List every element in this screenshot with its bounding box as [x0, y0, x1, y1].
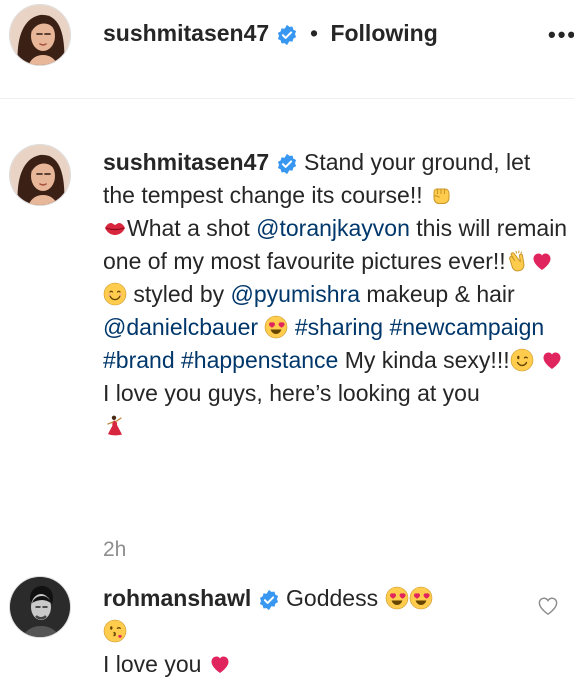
heart-eyes-emoji-icon: [409, 586, 433, 610]
commenter-avatar[interactable]: [9, 576, 71, 638]
following-button[interactable]: Following: [330, 20, 437, 46]
hashtag-link[interactable]: #brand: [103, 347, 175, 373]
caption-text-part: makeup & hair: [366, 281, 515, 307]
lips-emoji-icon: [103, 216, 127, 240]
author-avatar[interactable]: [9, 4, 71, 66]
avatar-photo: [10, 577, 70, 637]
caption-text-part: What a shot: [127, 215, 250, 241]
heart-eyes-emoji-icon: [264, 315, 288, 339]
kiss-emoji-icon: [103, 619, 127, 643]
mention-link[interactable]: @toranjkayvon: [256, 215, 410, 241]
hashtag-link[interactable]: #sharing: [295, 314, 383, 340]
comment-text: rohmanshawl Goddess I love you: [103, 582, 523, 681]
hashtag-link[interactable]: #happenstance: [181, 347, 338, 373]
avatar-photo: [10, 145, 70, 205]
post-timestamp[interactable]: 2h: [103, 538, 126, 562]
commenter-username[interactable]: rohmanshawl: [103, 585, 251, 611]
author-username[interactable]: sushmitasen47: [103, 20, 269, 46]
caption-text-part: I love you guys, here’s looking at you: [103, 380, 480, 406]
verified-badge-icon: [276, 153, 298, 175]
verified-badge-icon: [276, 24, 298, 46]
caption-text-part: My kinda sexy!!!: [344, 347, 510, 373]
caption-text-part: styled by: [133, 281, 225, 307]
caption-username[interactable]: sushmitasen47: [103, 149, 269, 175]
heart-emoji-icon: [208, 652, 232, 676]
header-name-line: sushmitasen47 • Following: [103, 20, 438, 47]
header-divider: [0, 98, 574, 99]
smile-emoji-icon: [103, 282, 127, 306]
fist-emoji-icon: [429, 183, 453, 207]
separator-dot: •: [309, 20, 319, 46]
clap-emoji-icon: [506, 249, 530, 273]
mention-link[interactable]: @pyumishra: [231, 281, 360, 307]
comment-text-part: Goddess: [286, 585, 379, 611]
dancer-emoji-icon: [103, 414, 127, 438]
post-header: sushmitasen47 • Following •••: [0, 0, 574, 70]
heart-emoji-icon: [530, 249, 554, 273]
more-options-icon[interactable]: •••: [548, 22, 574, 48]
verified-badge-icon: [258, 589, 280, 611]
comment-text-part: I love you: [103, 651, 202, 677]
caption-avatar[interactable]: [9, 144, 71, 206]
avatar-photo: [10, 5, 70, 65]
mention-link[interactable]: @danielcbauer: [103, 314, 258, 340]
heart-emoji-icon: [540, 348, 564, 372]
heart-eyes-emoji-icon: [385, 586, 409, 610]
caption-text: sushmitasen47 Stand your ground, let the…: [103, 146, 568, 443]
hashtag-link[interactable]: #newcampaign: [389, 314, 544, 340]
heart-outline-icon[interactable]: [537, 596, 559, 616]
wink-emoji-icon: [510, 348, 534, 372]
